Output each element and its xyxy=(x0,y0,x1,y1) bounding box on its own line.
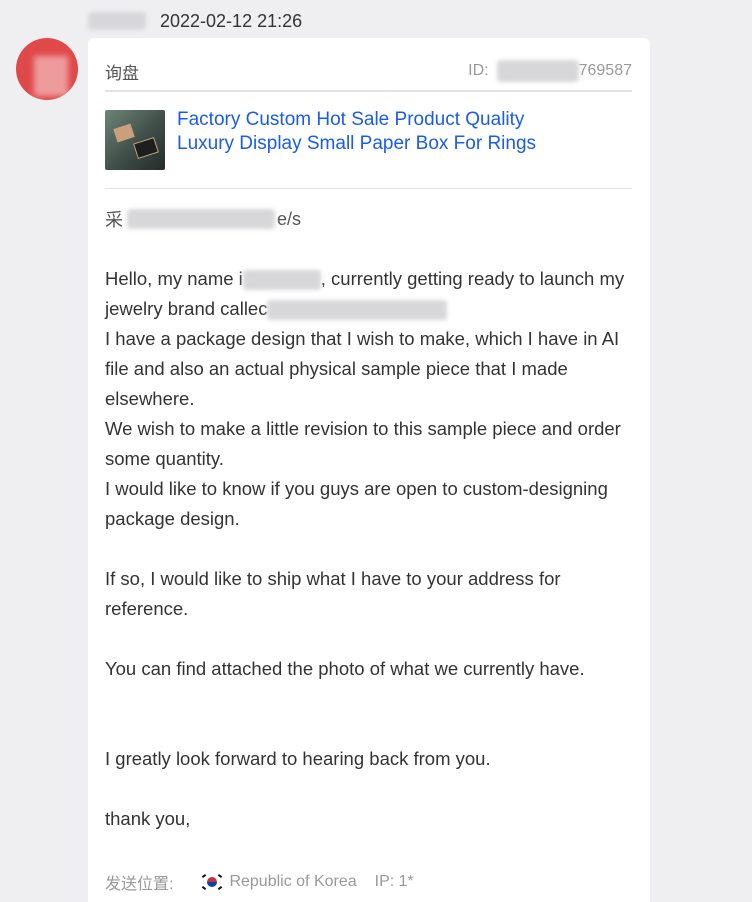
ip-address: IP: 1* xyxy=(374,873,414,890)
message-paragraph-signoff: thank you, xyxy=(105,808,191,829)
redacted-brand xyxy=(267,300,448,321)
inquiry-id: ID: 769587 xyxy=(468,60,632,82)
sender-location-row: 发送位置: Republic of Korea IP: 1* xyxy=(105,870,414,894)
inquiry-label: 询盘 xyxy=(105,63,139,83)
card-header: 询盘 ID: 769587 xyxy=(105,52,632,92)
message-paragraph-ship: If so, I would like to ship what I have … xyxy=(105,568,561,619)
id-suffix: 769587 xyxy=(578,62,632,79)
message-paragraph-lookforward: I greatly look forward to hearing back f… xyxy=(105,748,491,769)
product-link-row[interactable]: Factory Custom Hot Sale Product Quality … xyxy=(105,108,632,189)
message-paragraph-design: I have a package design that I wish to m… xyxy=(105,328,620,409)
id-label: ID: xyxy=(468,62,489,79)
redacted-name xyxy=(242,270,321,291)
message-paragraph-revision: We wish to make a little revision to thi… xyxy=(105,418,621,469)
message-paragraph-intro: Hello, my name i, currently getting read… xyxy=(105,264,635,324)
redacted-id xyxy=(496,60,579,82)
redacted-quantity xyxy=(127,209,275,229)
inquiry-message-card: 询盘 ID: 769587 Factory Custom Hot Sale Pr… xyxy=(88,38,650,902)
message-intro-start: Hello, my name i xyxy=(105,268,243,289)
product-thumbnail[interactable] xyxy=(105,110,165,170)
message-paragraph-custom: I would like to know if you guys are ope… xyxy=(105,478,608,529)
sender-avatar[interactable] xyxy=(16,38,78,100)
country-name: Republic of Korea xyxy=(229,873,357,890)
redacted-sender-name xyxy=(88,12,146,30)
message-paragraph-photo: You can find attached the photo of what … xyxy=(105,658,585,679)
purchase-quantity: 采 e/s xyxy=(105,206,301,232)
south-korea-flag-icon xyxy=(201,873,224,891)
location-label: 发送位置: xyxy=(105,876,174,893)
message-meta-row: 2022-02-12 21:26 xyxy=(88,8,302,34)
product-title-link[interactable]: Factory Custom Hot Sale Product Quality … xyxy=(177,108,577,156)
message-timestamp: 2022-02-12 21:26 xyxy=(160,10,303,31)
quantity-unit: e/s xyxy=(277,208,302,229)
quantity-prefix: 采 xyxy=(105,210,123,230)
